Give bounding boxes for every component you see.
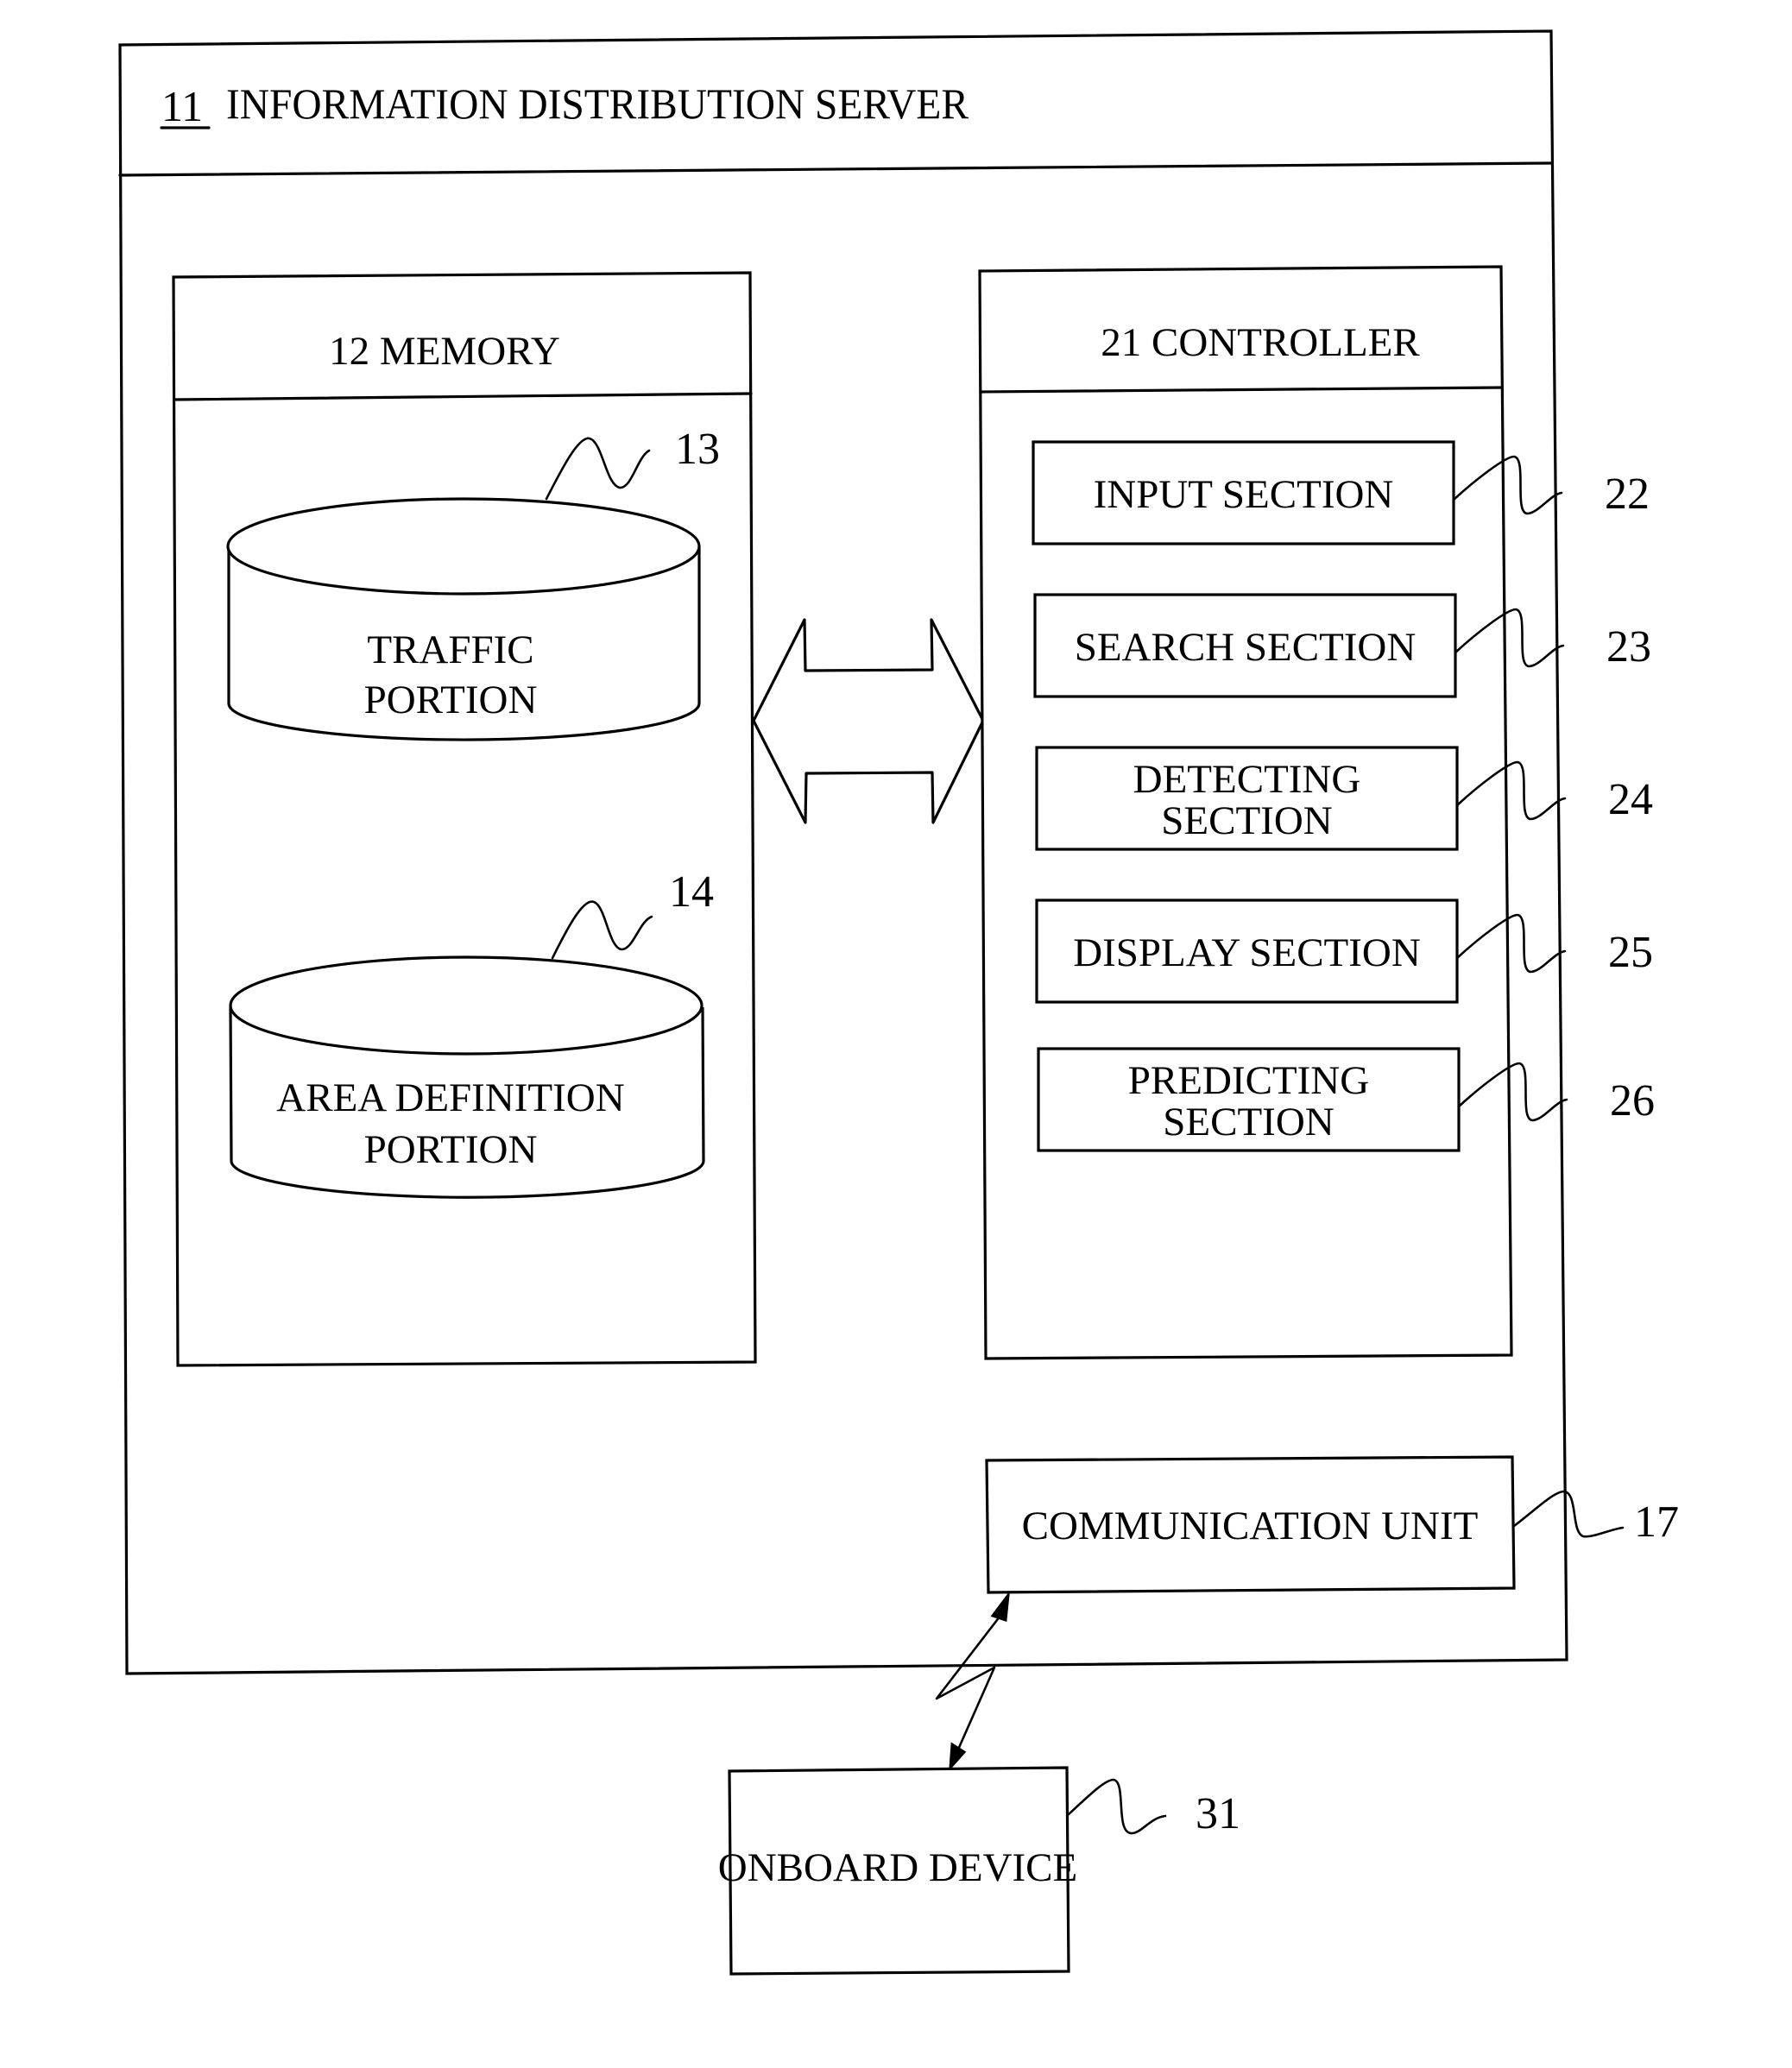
traffic-cylinder-top (226, 497, 701, 596)
arrowhead-down-icon (949, 1742, 967, 1772)
communication-unit-label: COMMUNICATION UNIT (1022, 1504, 1479, 1548)
section-label-line2: SECTION (1161, 798, 1332, 843)
section-label-line1: INPUT SECTION (1094, 472, 1394, 517)
section-ref: 25 (1608, 928, 1653, 977)
onboard-device-label: ONBOARD DEVICE (718, 1845, 1077, 1890)
traffic-label-line1: TRAFFIC (367, 627, 533, 672)
traffic-label-line2: PORTION (364, 678, 538, 722)
communication-unit-ref: 17 (1634, 1497, 1679, 1547)
controller-header: 21 CONTROLLER (1101, 320, 1420, 365)
area-ref: 14 (669, 867, 714, 917)
area-cylinder-top (229, 955, 704, 1056)
section-label-line2: SECTION (1163, 1100, 1334, 1144)
memory-frame (172, 271, 757, 1367)
section-label-line1: DETECTING (1133, 757, 1361, 802)
area-label-line1: AREA DEFINITION (276, 1075, 624, 1120)
onboard-device-block: ONBOARD DEVICE 31 31 (718, 1766, 1240, 1976)
server-title: INFORMATION DISTRIBUTION SERVER (226, 79, 969, 128)
server-ref: 11 (161, 82, 203, 130)
controller-section-detecting: DETECTINGSECTION 24 (1035, 746, 1653, 851)
communication-unit-block: COMMUNICATION UNIT 17 (985, 1455, 1679, 1594)
area-label-line2: PORTION (364, 1127, 538, 1172)
memory-header: 12 MEMORY (329, 329, 560, 374)
section-label-line1: DISPLAY SECTION (1073, 930, 1421, 975)
controller-section-search: SEARCH SECTION 23 (1033, 593, 1651, 698)
section-label-line1: SEARCH SECTION (1075, 625, 1417, 670)
section-ref: 24 (1608, 775, 1653, 824)
block-diagram: 11 INFORMATION DISTRIBUTION SERVER 12 ME… (118, 29, 1679, 1976)
traffic-ref: 13 (675, 425, 720, 474)
memory-block: 12 MEMORY TRAFFIC PORTION 13 AREA DEFINI… (172, 271, 757, 1367)
section-ref: 22 (1605, 470, 1650, 519)
onboard-device-ref-label: 31 (1196, 1789, 1240, 1838)
onboard-device-leader-line (1067, 1778, 1167, 1835)
section-ref: 26 (1610, 1076, 1655, 1125)
section-label-line1: PREDICTING (1128, 1058, 1369, 1103)
section-ref: 23 (1606, 622, 1651, 671)
